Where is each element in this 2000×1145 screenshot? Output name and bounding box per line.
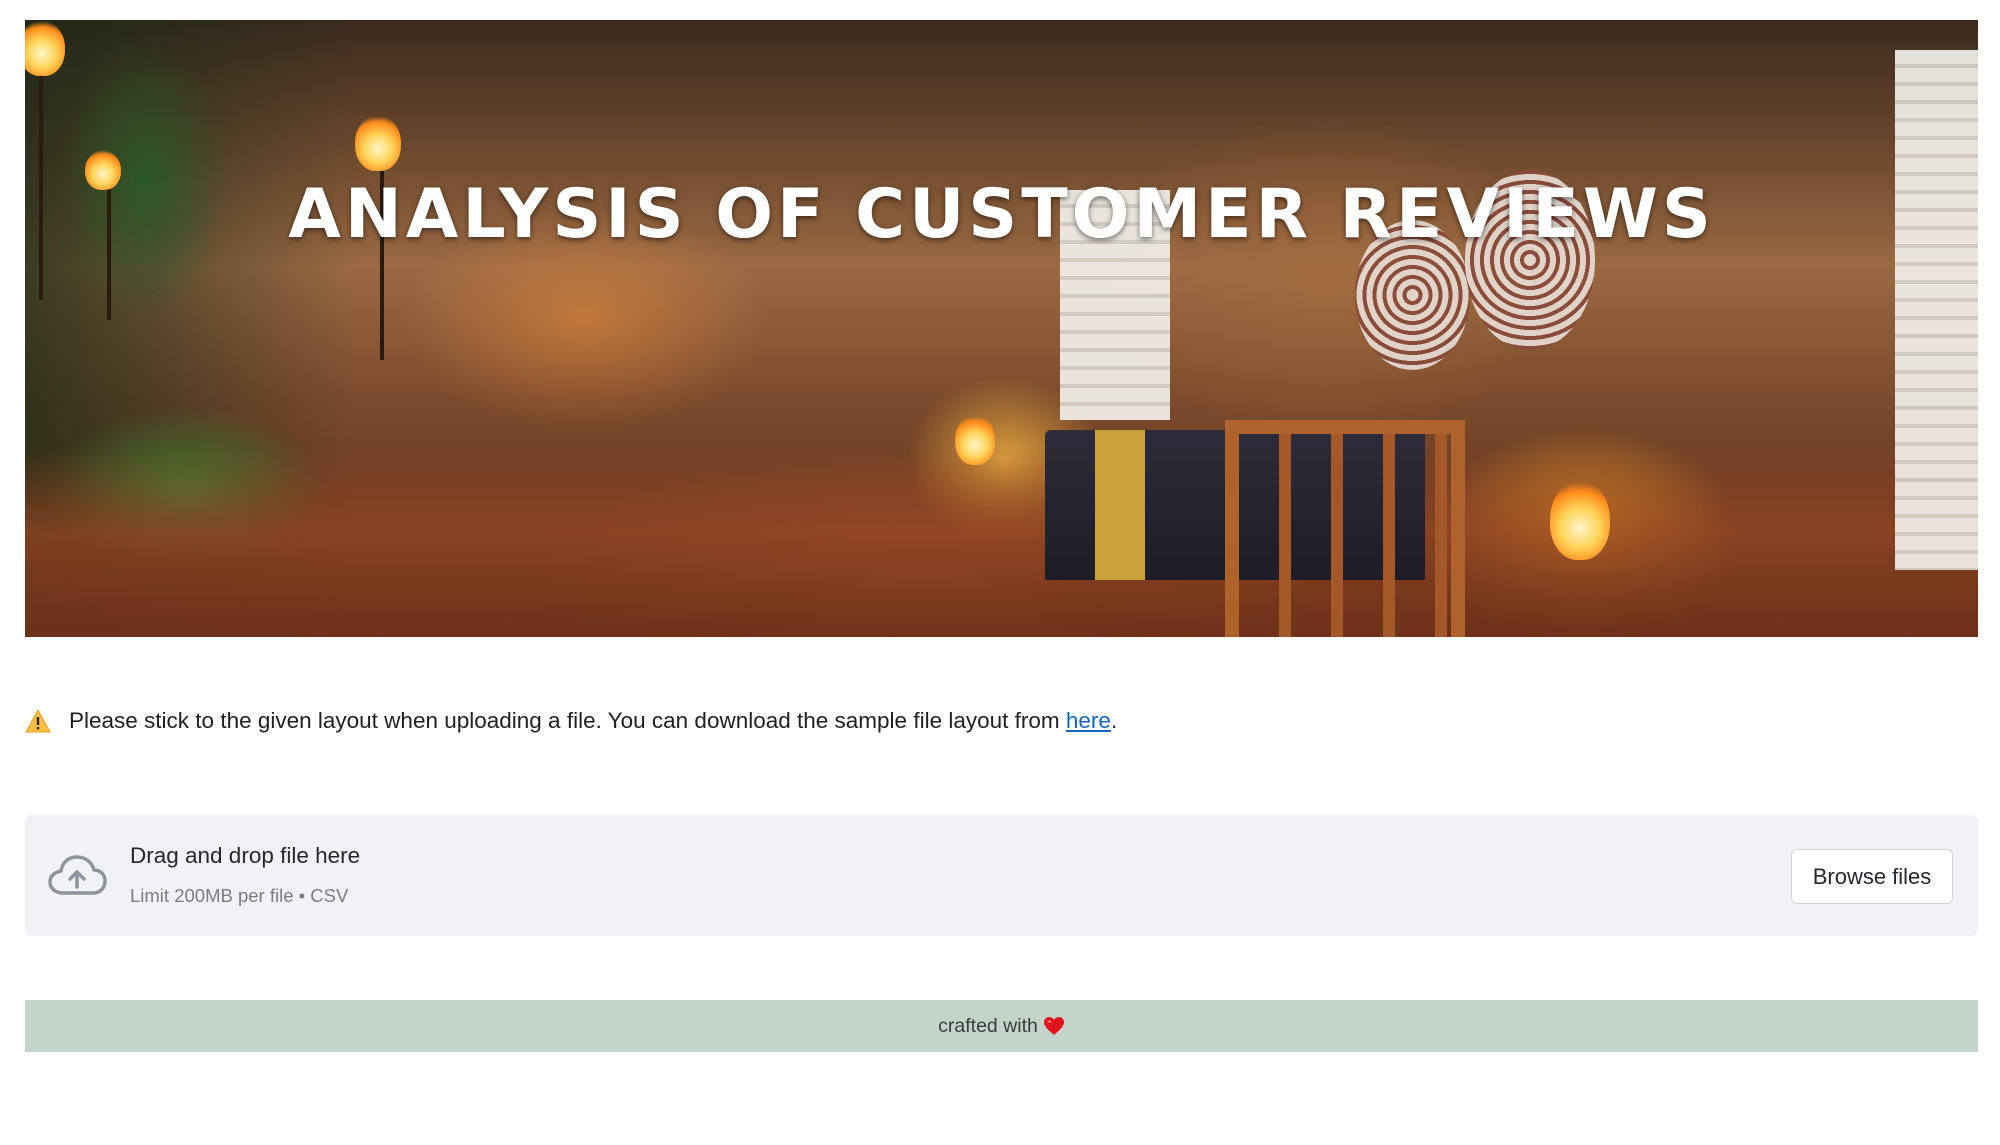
hero-chair — [1225, 420, 1465, 637]
warning-icon — [25, 709, 51, 733]
hero-torch-flame — [355, 115, 401, 171]
hero-floor — [25, 447, 1978, 637]
layout-warning: Please stick to the given layout when up… — [25, 703, 1117, 739]
page-title: ANALYSIS OF CUSTOMER REVIEWS — [288, 175, 1715, 254]
warning-suffix: . — [1110, 708, 1118, 733]
footer-text: crafted with — [938, 1014, 1038, 1037]
browse-files-button[interactable]: Browse files — [1791, 849, 1953, 904]
cloud-upload-icon — [48, 855, 107, 895]
hero-banner-cloth — [1895, 50, 1978, 570]
hero-lamp-glow — [1550, 480, 1610, 560]
dropzone-title: Drag and drop file here — [130, 843, 361, 868]
heart-icon — [1043, 1017, 1064, 1035]
warning-text: Please stick to the given layout when up… — [69, 708, 1066, 733]
hero-banner: ANALYSIS OF CUSTOMER REVIEWS — [25, 20, 1978, 637]
hero-torch-flame — [25, 20, 65, 76]
sample-layout-link[interactable]: here — [1066, 708, 1111, 734]
app-page: ANALYSIS OF CUSTOMER REVIEWS Please stic… — [0, 0, 2000, 1145]
dropzone-limit-text: Limit 200MB per file • CSV — [130, 885, 349, 906]
hero-lamp-glow — [955, 415, 995, 465]
hero-table-runner — [1095, 430, 1145, 580]
footer-bar: crafted with — [25, 1000, 1978, 1052]
file-uploader-dropzone[interactable]: Drag and drop file here Limit 200MB per … — [25, 815, 1978, 936]
